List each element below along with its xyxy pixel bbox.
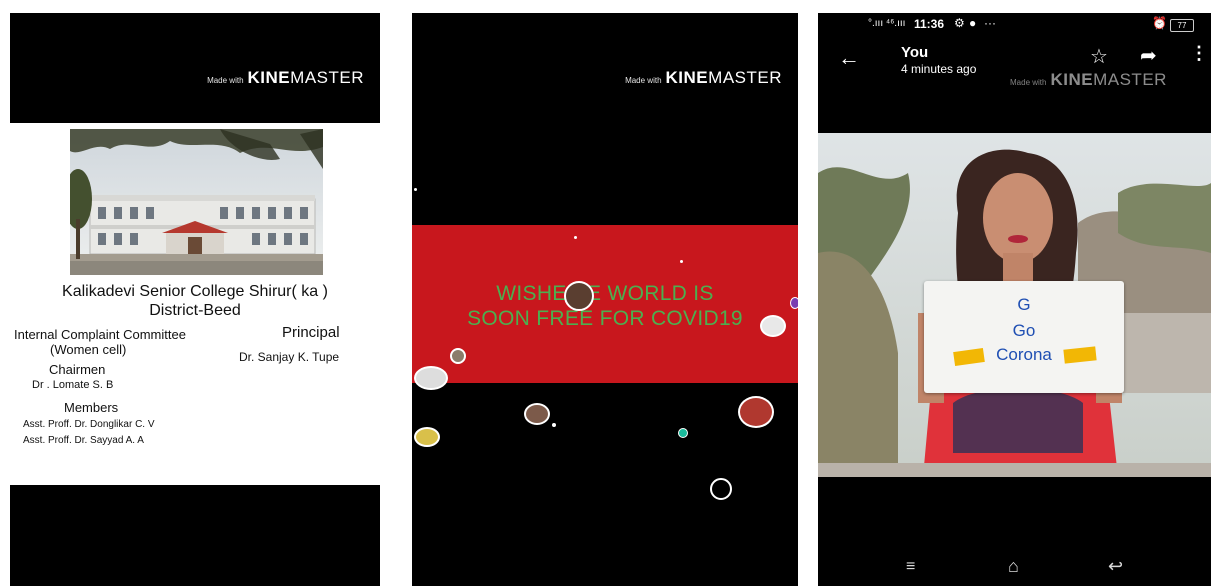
kinemaster-watermark: Made with KINEMASTER <box>625 68 782 87</box>
overflow-menu-icon[interactable]: ⋮ <box>1190 43 1208 64</box>
alarm-icon: ⏰ <box>1152 16 1167 30</box>
sign-text-line1: G <box>1017 295 1031 314</box>
whatsapp-video-viewer: °.ııı ⁴⁶.ııı 11:36 ⚙ ● ··· ⏰ 77 ← You 4 … <box>818 13 1211 586</box>
floating-bubble <box>414 366 448 390</box>
floating-bubble <box>524 403 550 425</box>
circle-icon: ● <box>969 16 977 30</box>
signal-icon: °.ııı ⁴⁶.ııı <box>868 18 906 29</box>
district-name: District-Beed <box>149 302 241 319</box>
notice-card: Kalikadevi Senior College Shirur( ka ) D… <box>10 123 380 485</box>
floating-bubble <box>414 427 440 447</box>
floating-bubble <box>450 348 466 364</box>
sign-card: G Go Corona <box>924 281 1124 393</box>
member-item: Asst. Proff. Dr. Donglikar C. V <box>23 419 155 430</box>
chairmen-name: Dr . Lomate S. B <box>32 379 114 391</box>
chairmen-label: Chairmen <box>49 362 106 377</box>
college-name: Kalikadevi Senior College Shirur( ka ) <box>62 283 328 300</box>
floating-bubble <box>790 297 798 309</box>
particle-dot <box>680 260 683 263</box>
floating-bubble <box>678 428 688 438</box>
kinemaster-watermark: Made with KINEMASTER <box>207 68 364 87</box>
wish-text-line1: WISHES E WORLD IS <box>496 282 714 305</box>
floating-ring <box>710 478 732 500</box>
message-time: 4 minutes ago <box>901 62 977 76</box>
home-icon[interactable]: ⌂ <box>1008 556 1019 577</box>
particle-dot <box>574 236 577 239</box>
video-frame-covid-wishes: Made with KINEMASTER WISHES E WORLD IS SO… <box>412 13 798 586</box>
star-icon[interactable]: ☆ <box>1090 44 1108 69</box>
status-bar: °.ııı ⁴⁶.ııı 11:36 ⚙ ● ··· ⏰ 77 <box>818 13 1211 37</box>
share-icon[interactable]: ➦ <box>1140 43 1157 68</box>
floating-bubble <box>564 281 594 311</box>
member-item: Asst. Proff. Dr. Sayyad A. A <box>23 435 144 446</box>
floating-bubble <box>760 315 786 337</box>
sign-text-line2: Go <box>1012 321 1036 340</box>
back-arrow-icon[interactable]: ← <box>838 45 860 71</box>
particle-dot <box>414 188 417 191</box>
menu-icon[interactable]: ≡ <box>906 558 915 576</box>
floating-bubble <box>738 396 774 428</box>
video-still-woman-with-sign: G Go Corona <box>818 133 1211 477</box>
particle-dot <box>552 423 556 427</box>
video-frame-college-notice: Made with KINEMASTER Kalikadevi Senior C… <box>10 13 380 586</box>
committee-title: Internal Complaint Committee <box>14 327 186 342</box>
message-banner: WISHES E WORLD IS SOON FREE FOR COVID19 <box>412 225 798 383</box>
kinemaster-watermark: Made with KINEMASTER <box>1010 70 1167 89</box>
sender-name: You <box>901 44 929 61</box>
college-building-image <box>70 129 323 275</box>
wish-text-line2: SOON FREE FOR COVID19 <box>467 307 743 330</box>
members-label: Members <box>64 400 119 415</box>
android-navigation-bar: ≡ ⌂ ↩ <box>818 546 1211 586</box>
gear-icon: ⚙ <box>954 16 965 30</box>
principal-name: Dr. Sanjay K. Tupe <box>239 350 340 364</box>
principal-label: Principal <box>282 324 340 341</box>
back-icon[interactable]: ↩ <box>1108 556 1123 577</box>
status-time: 11:36 <box>914 17 945 31</box>
battery-icon: 77 <box>1170 19 1194 32</box>
committee-subtitle: (Women cell) <box>50 342 127 357</box>
more-icon: ··· <box>984 16 996 30</box>
